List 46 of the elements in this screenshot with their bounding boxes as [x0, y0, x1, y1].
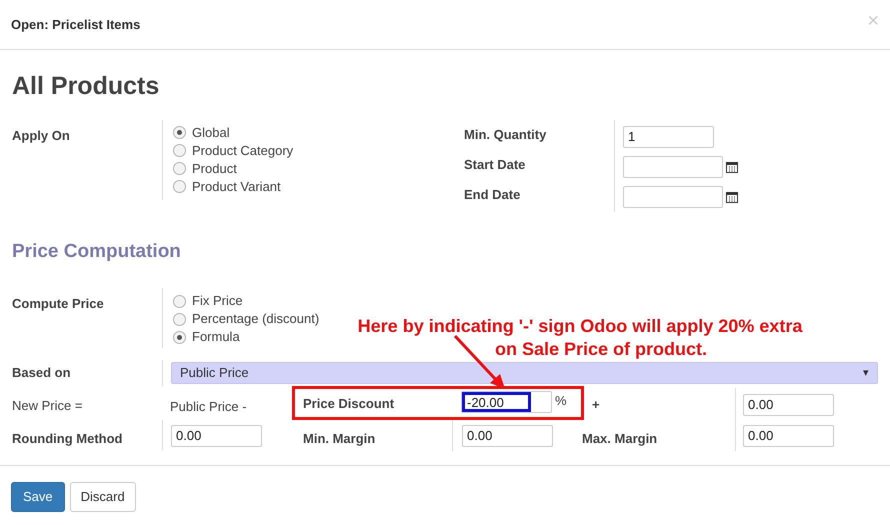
- calendar-icon[interactable]: [726, 190, 738, 202]
- date-field[interactable]: [623, 156, 723, 178]
- radio-label: Global: [192, 124, 230, 142]
- radio-button[interactable]: [173, 312, 186, 326]
- annotation-text: on Sale Price of product.: [494, 338, 708, 361]
- field-label: Min. Quantity: [464, 126, 548, 142]
- radio-button[interactable]: [173, 162, 186, 175]
- calendar-icon[interactable]: [726, 160, 738, 172]
- radio-button[interactable]: [173, 180, 186, 193]
- percent-sign: %: [555, 392, 567, 410]
- field-label: Compute Price: [12, 296, 104, 311]
- input-field[interactable]: -20.00: [461, 391, 552, 413]
- discard-button[interactable]: Discard: [70, 482, 136, 512]
- radio-label: Product: [192, 160, 237, 178]
- field-label: Max. Margin: [582, 431, 658, 446]
- input-field[interactable]: 0.00: [462, 424, 553, 446]
- radio-label: Fix Price: [192, 292, 243, 310]
- field-label: Min. Margin: [303, 431, 376, 446]
- radio-label: Formula: [192, 328, 240, 346]
- radio-button[interactable]: [173, 126, 186, 139]
- field-label: Price Discount: [303, 396, 394, 411]
- select-field[interactable]: Public Price ▾: [171, 362, 878, 384]
- field-label: End Date: [464, 186, 522, 202]
- radio-label: Product Category: [192, 142, 294, 160]
- input-field[interactable]: 1: [623, 126, 714, 148]
- radio-label: Percentage (discount): [192, 310, 320, 328]
- radio-button[interactable]: [173, 294, 186, 308]
- input-field[interactable]: 0.00: [743, 424, 834, 446]
- radio-button[interactable]: [173, 144, 186, 157]
- record-title: All Products: [12, 71, 160, 102]
- plus-sign: +: [592, 397, 600, 412]
- input-field[interactable]: 0.00: [171, 424, 262, 446]
- save-button[interactable]: Save: [11, 482, 65, 512]
- formula-text: Public Price -: [170, 399, 247, 414]
- field-label: Based on: [12, 365, 71, 380]
- field-label: Start Date: [464, 156, 526, 172]
- date-field[interactable]: [623, 186, 723, 208]
- input-field[interactable]: 0.00: [743, 394, 834, 416]
- dialog-title: Open: Pricelist Items: [11, 16, 140, 34]
- field-label: Apply On: [12, 128, 70, 142]
- section-title: Price Computation: [12, 240, 182, 264]
- formula-label: New Price =: [12, 398, 82, 413]
- radio-button[interactable]: [173, 330, 186, 344]
- annotation-text: Here by indicating '-' sign Odoo will apply 20% extra: [358, 315, 802, 338]
- field-label: Rounding Method: [12, 431, 122, 446]
- radio-label: Product Variant: [192, 178, 281, 196]
